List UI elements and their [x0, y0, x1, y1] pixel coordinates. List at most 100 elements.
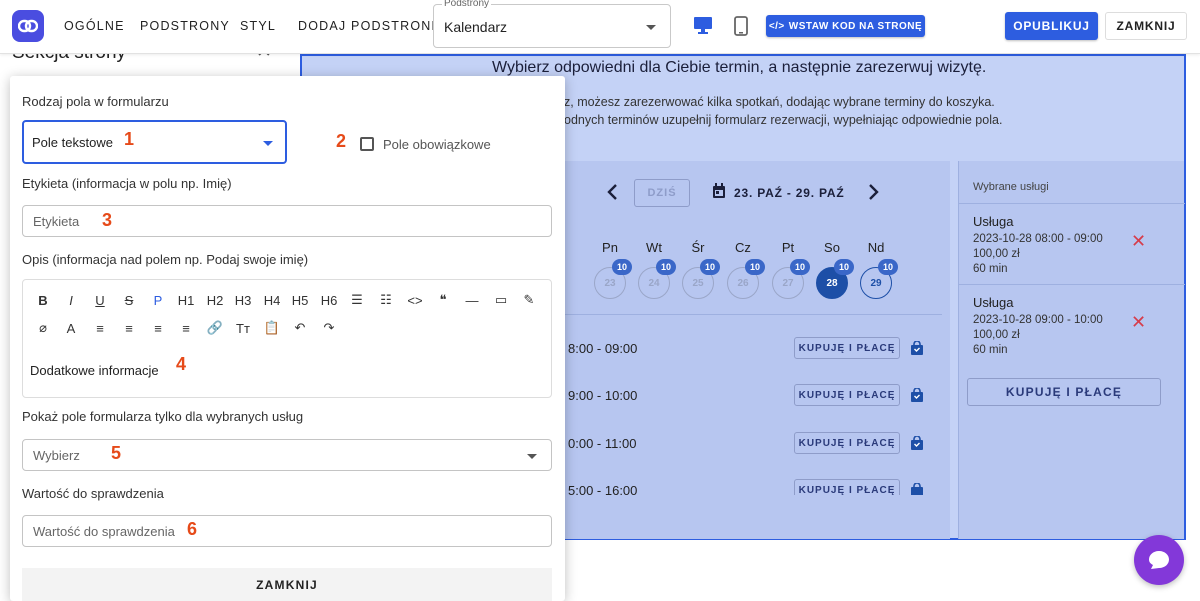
- heading3-icon[interactable]: H3: [231, 289, 255, 311]
- check-value-input[interactable]: Wartość do sprawdzenia: [22, 515, 552, 547]
- app-logo[interactable]: [12, 10, 44, 42]
- required-checkbox[interactable]: [360, 137, 374, 151]
- horizontal-rule-icon[interactable]: —: [460, 289, 484, 311]
- heading2-icon[interactable]: H2: [203, 289, 227, 311]
- calendar: DZIŚ 23. PAŹ - 29. PAŹ Pn Wt Śr Cz Pt So…: [562, 161, 950, 539]
- heading1-icon[interactable]: H1: [174, 289, 198, 311]
- day-badge: 10: [745, 259, 765, 275]
- redo-icon[interactable]: ↷: [317, 317, 341, 339]
- calendar-icon: [713, 183, 725, 198]
- heading4-icon[interactable]: H4: [260, 289, 284, 311]
- buy-pay-button[interactable]: KUPUJĘ I PŁACĘ: [794, 384, 900, 406]
- top-bar: OGÓLNE PODSTRONY STYL DODAJ PODSTRONĘ Po…: [0, 0, 1200, 54]
- cart-item-title: Usługa: [973, 295, 1014, 310]
- dialog-close-button[interactable]: ZAMKNIJ: [22, 568, 552, 601]
- divider: [562, 314, 942, 315]
- slot-time: 8:00 - 09:00: [568, 341, 638, 356]
- nav-general[interactable]: OGÓLNE: [64, 19, 125, 33]
- day-badge: 10: [700, 259, 720, 275]
- link-icon[interactable]: 🔗: [203, 317, 227, 339]
- strikethrough-icon[interactable]: S: [117, 289, 141, 311]
- cart-item: Usługa 2023-10-28 08:00 - 09:00 100,00 z…: [959, 203, 1185, 279]
- weekday-label: Śr: [691, 240, 705, 255]
- align-left-icon[interactable]: ≡: [88, 317, 112, 339]
- publish-button[interactable]: OPUBLIKUJ: [1005, 12, 1098, 40]
- chat-button[interactable]: [1134, 535, 1184, 585]
- paragraph-icon[interactable]: P: [146, 289, 170, 311]
- clear-format-icon[interactable]: ⌀: [31, 317, 55, 339]
- ordered-list-icon[interactable]: ☷: [374, 289, 398, 311]
- bold-icon[interactable]: B: [31, 289, 55, 311]
- description-label: Opis (informacja nad polem np. Podaj swo…: [22, 252, 309, 267]
- services-select[interactable]: Wybierz: [22, 439, 552, 471]
- slot-time: 9:00 - 10:00: [568, 388, 638, 403]
- code-icon[interactable]: <>: [403, 289, 427, 311]
- weekday-label: Wt: [646, 240, 662, 255]
- cart-item-title: Usługa: [973, 214, 1014, 229]
- mobile-view-icon[interactable]: [734, 16, 748, 36]
- editor-content[interactable]: Dodatkowe informacje: [30, 363, 159, 378]
- shopping-bag-icon[interactable]: [910, 436, 924, 450]
- services-placeholder: Wybierz: [33, 448, 80, 463]
- highlight-icon[interactable]: ✎: [517, 289, 541, 311]
- remove-icon[interactable]: ✕: [1131, 231, 1146, 252]
- close-editor-button[interactable]: ZAMKNIJ: [1105, 12, 1187, 40]
- annotation-marker: 4: [176, 354, 187, 374]
- annotation-marker: 2: [336, 131, 347, 151]
- shopping-bag-icon[interactable]: [910, 341, 924, 355]
- field-type-select[interactable]: Pole tekstowe: [22, 120, 287, 164]
- day-badge: 10: [878, 259, 898, 275]
- nav-subpages[interactable]: PODSTRONY: [140, 19, 230, 33]
- remove-icon[interactable]: ✕: [1131, 312, 1146, 333]
- font-size-icon[interactable]: Tт: [231, 317, 255, 339]
- services-label: Pokaż pole formularza tylko dla wybranyc…: [22, 409, 304, 424]
- align-center-icon[interactable]: ≡: [146, 317, 170, 339]
- cart-item-datetime: 2023-10-28 09:00 - 10:00: [973, 314, 1103, 326]
- today-button[interactable]: DZIŚ: [634, 179, 690, 207]
- bullet-list-icon[interactable]: ☰: [345, 289, 369, 311]
- annotation-marker: 3: [102, 210, 113, 230]
- code-icon: </>: [768, 20, 785, 32]
- paste-icon[interactable]: 📋: [260, 317, 284, 339]
- day-badge: 10: [656, 259, 676, 275]
- cart-item-duration: 60 min: [973, 263, 1008, 275]
- nav-style[interactable]: STYL: [240, 19, 276, 33]
- text-color-icon[interactable]: A: [59, 317, 83, 339]
- chevron-left-icon[interactable]: [606, 183, 618, 201]
- buy-pay-button[interactable]: KUPUJĘ I PŁACĘ: [794, 432, 900, 454]
- italic-icon[interactable]: I: [59, 289, 83, 311]
- shopping-bag-icon[interactable]: [910, 483, 924, 495]
- buy-pay-button[interactable]: KUPUJĘ I PŁACĘ: [794, 337, 900, 359]
- heading6-icon[interactable]: H6: [317, 289, 341, 311]
- desktop-view-icon[interactable]: [693, 16, 713, 34]
- align-justify-icon[interactable]: ≡: [174, 317, 198, 339]
- day-badge: 10: [612, 259, 632, 275]
- date-range: 23. PAŹ - 29. PAŹ: [734, 186, 845, 200]
- subpage-select-value: Kalendarz: [444, 19, 508, 35]
- annotation-marker: 6: [187, 519, 198, 539]
- heading5-icon[interactable]: H5: [288, 289, 312, 311]
- align-right-icon[interactable]: ≡: [117, 317, 141, 339]
- shopping-bag-icon[interactable]: [910, 388, 924, 402]
- cart-buy-pay-button[interactable]: KUPUJĘ I PŁACĘ: [967, 378, 1161, 406]
- cart-item-datetime: 2023-10-28 08:00 - 09:00: [973, 233, 1103, 245]
- weekday-label: So: [824, 240, 840, 255]
- underline-icon[interactable]: U: [88, 289, 112, 311]
- embed-code-button[interactable]: </> WSTAW KOD NA STRONĘ: [766, 15, 925, 37]
- slot-time: 0:00 - 11:00: [568, 436, 637, 451]
- buy-pay-button[interactable]: KUPUJĘ I PŁACĘ: [794, 479, 900, 495]
- weekday-label: Cz: [735, 240, 751, 255]
- subpage-select[interactable]: Podstrony Kalendarz: [433, 0, 671, 48]
- chevron-right-icon[interactable]: [868, 183, 880, 201]
- rich-text-editor[interactable]: B I U S P H1 H2 H3 H4 H5 H6 ☰ ☷ <> ❝ — ▭…: [22, 279, 552, 398]
- cart-item: Usługa 2023-10-28 09:00 - 10:00 100,00 z…: [959, 284, 1185, 360]
- tag-label: Etykieta (informacja w polu np. Imię): [22, 176, 232, 191]
- preview-description-1: z, możesz zarezerwować kilka spotkań, do…: [564, 95, 995, 109]
- quote-icon[interactable]: ❝: [431, 289, 455, 311]
- day-badge: 10: [834, 259, 854, 275]
- cart-item-duration: 60 min: [973, 344, 1008, 356]
- chevron-down-icon: [527, 454, 537, 459]
- page-break-icon[interactable]: ▭: [489, 289, 513, 311]
- undo-icon[interactable]: ↶: [288, 317, 312, 339]
- nav-add-subpage[interactable]: DODAJ PODSTRONĘ: [298, 19, 441, 33]
